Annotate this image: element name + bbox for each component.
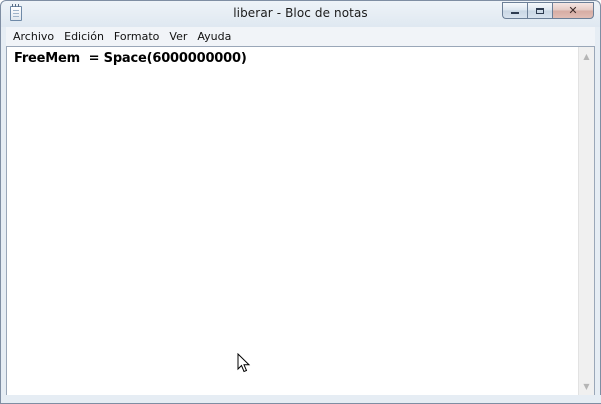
menu-archivo[interactable]: Archivo bbox=[8, 27, 59, 46]
text-editor[interactable]: FreeMem = Space(6000000000) ▲ ▼ bbox=[6, 46, 595, 397]
close-button[interactable]: ✕ bbox=[552, 2, 594, 19]
maximize-icon bbox=[536, 7, 544, 14]
menu-ver[interactable]: Ver bbox=[164, 27, 192, 46]
scroll-down-icon[interactable]: ▼ bbox=[579, 379, 594, 394]
menu-formato[interactable]: Formato bbox=[109, 27, 165, 46]
menu-ayuda[interactable]: Ayuda bbox=[192, 27, 236, 46]
mouse-pointer-icon bbox=[237, 353, 251, 373]
maximize-button[interactable] bbox=[527, 2, 552, 19]
caption-buttons: ✕ bbox=[502, 2, 594, 19]
scroll-up-icon[interactable]: ▲ bbox=[579, 49, 594, 64]
title-bar[interactable]: liberar - Bloc de notas ✕ bbox=[1, 1, 600, 27]
vertical-scrollbar[interactable]: ▲ ▼ bbox=[578, 47, 594, 396]
notepad-window: liberar - Bloc de notas ✕ Archivo Edició… bbox=[0, 0, 601, 404]
close-icon: ✕ bbox=[568, 4, 578, 17]
editor-content[interactable]: FreeMem = Space(6000000000) bbox=[14, 51, 247, 66]
menu-edicion[interactable]: Edición bbox=[59, 27, 109, 46]
minimize-button[interactable] bbox=[502, 2, 527, 19]
window-bottom-border bbox=[1, 395, 601, 403]
menu-bar: Archivo Edición Formato Ver Ayuda bbox=[6, 27, 595, 46]
minimize-icon bbox=[511, 12, 519, 14]
